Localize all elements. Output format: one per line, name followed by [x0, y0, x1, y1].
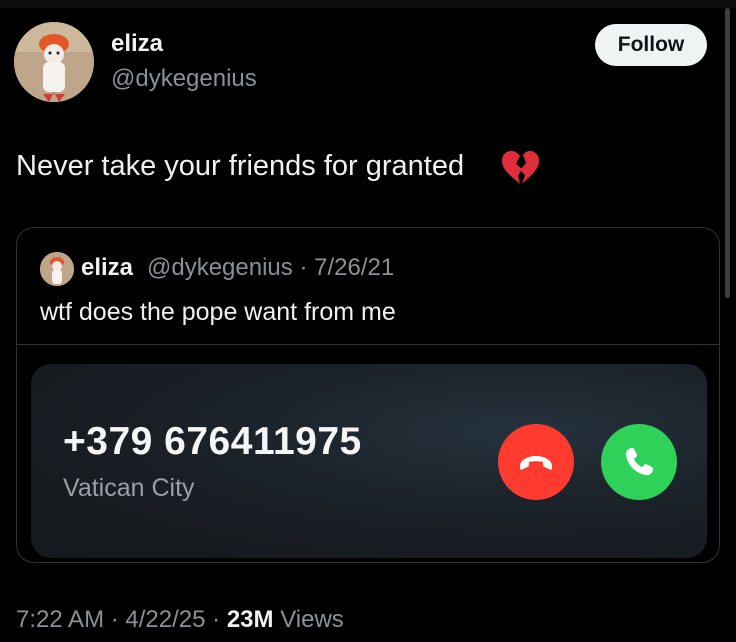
separator: · — [212, 606, 221, 633]
caller-location: Vatican City — [63, 474, 195, 502]
broken-heart-icon — [502, 151, 539, 184]
views-count: 23M — [226, 606, 274, 633]
follow-button[interactable]: Follow — [595, 24, 707, 66]
divider — [17, 344, 719, 345]
post-time: 7:22 AM — [16, 606, 105, 633]
post-footer: 7:22 AM · 4/22/25 · 23M Views — [16, 606, 344, 634]
quoted-avatar — [40, 252, 74, 286]
views-label: Views — [280, 606, 344, 633]
phone-icon — [625, 447, 654, 476]
quoted-post[interactable]: eliza @dykegenius · 7/26/21 wtf does the… — [16, 227, 720, 563]
quoted-author-name: eliza — [81, 254, 134, 281]
separator: · — [110, 606, 119, 633]
incoming-call-card: +379 676411975 Vatican City — [31, 364, 707, 558]
top-edge — [0, 0, 736, 8]
accept-call-button[interactable] — [601, 424, 677, 500]
author-handle[interactable]: @dykegenius — [111, 65, 257, 93]
phone-hangup-icon — [520, 456, 552, 470]
post-date: 4/22/25 — [125, 606, 206, 633]
quoted-meta: @dykegenius · 7/26/21 — [147, 254, 395, 281]
scrollbar[interactable] — [725, 8, 730, 298]
decline-call-button[interactable] — [498, 424, 574, 500]
author-name[interactable]: eliza — [111, 30, 163, 58]
avatar[interactable] — [14, 22, 94, 102]
caller-number: +379 676411975 — [63, 420, 362, 463]
post-text: Never take your friends for granted — [16, 150, 465, 182]
quoted-text: wtf does the pope want from me — [40, 298, 396, 326]
